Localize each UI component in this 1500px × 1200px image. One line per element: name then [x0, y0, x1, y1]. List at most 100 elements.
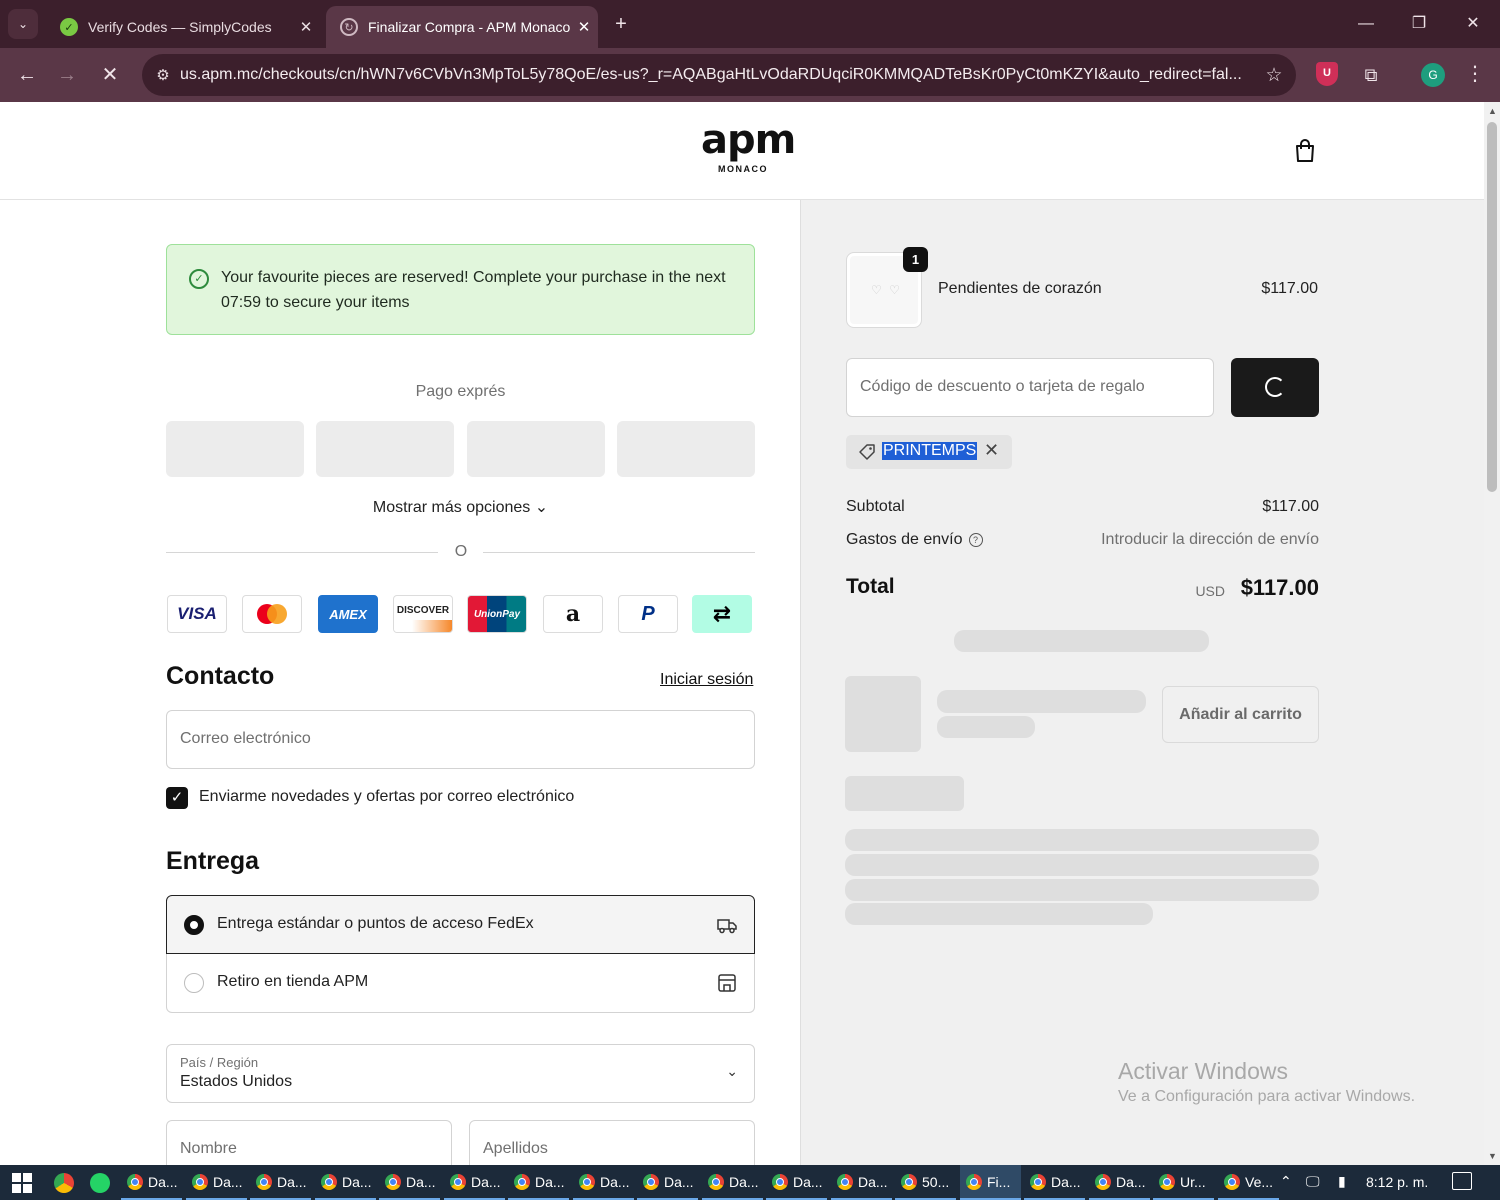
battery-icon[interactable]: ▮: [1338, 1173, 1346, 1190]
network-icon[interactable]: 🖵: [1306, 1173, 1320, 1190]
express-pay-button[interactable]: [467, 421, 605, 477]
taskbar-window-button[interactable]: Da...: [444, 1165, 505, 1200]
shipping-label-row: Gastos de envío?: [846, 531, 983, 549]
unionpay-card-icon: UnionPay: [467, 595, 527, 633]
add-to-cart-button[interactable]: Añadir al carrito: [1162, 686, 1319, 743]
country-select[interactable]: País / Región Estados Unidos ⌄: [166, 1044, 755, 1103]
taskbar-clock[interactable]: 8:12 p. m.: [1366, 1174, 1428, 1190]
chrome-window-icon: [901, 1173, 917, 1190]
taskbar-window-button[interactable]: Da...: [250, 1165, 311, 1200]
skeleton-line: [937, 690, 1146, 713]
restore-icon[interactable]: ❐: [1404, 10, 1434, 38]
new-tab-button[interactable]: +: [608, 12, 634, 38]
store-header: apm MONACO: [0, 102, 1484, 200]
store-icon: [718, 974, 736, 992]
taskbar-window-button[interactable]: Da...: [831, 1165, 892, 1200]
ublock-extension-icon[interactable]: U: [1316, 62, 1338, 86]
discount-code-text: PRINTEMPS: [882, 442, 978, 460]
radio-unselected[interactable]: [184, 973, 204, 993]
taskbar-window-button[interactable]: Da...: [1024, 1165, 1085, 1200]
address-bar[interactable]: ⚙ us.apm.mc/checkouts/cn/hWN7v6CVbVn3MpT…: [142, 54, 1296, 96]
taskbar-window-label: Da...: [213, 1173, 243, 1190]
amazon-pay-icon: a: [543, 595, 603, 633]
express-pay-button[interactable]: [316, 421, 454, 477]
chrome-window-icon: [966, 1173, 982, 1190]
extensions-puzzle-icon[interactable]: ⧉: [1356, 60, 1386, 90]
applied-discount-tag: PRINTEMPS ✕: [846, 435, 1012, 469]
minimize-icon[interactable]: —: [1351, 10, 1381, 38]
forward-arrow-icon[interactable]: →: [52, 60, 82, 90]
taskbar-window-label: Da...: [471, 1173, 501, 1190]
tab-close-icon[interactable]: ✕: [570, 18, 598, 36]
scroll-up-icon[interactable]: ▲: [1488, 106, 1497, 116]
scrollbar-thumb[interactable]: [1487, 122, 1497, 492]
taskbar-window-button[interactable]: Fi...: [960, 1165, 1021, 1200]
browser-menu-icon[interactable]: ⋮: [1462, 60, 1488, 90]
taskbar-window-button[interactable]: 50...: [895, 1165, 956, 1200]
windows-taskbar: Da... Da... Da... Da... Da... Da... Da... Da...…: [0, 1165, 1500, 1200]
taskbar-window-button[interactable]: Da...: [121, 1165, 182, 1200]
help-icon[interactable]: ?: [968, 533, 983, 547]
tab-apm-checkout[interactable]: ↻ Finalizar Compra - APM Monaco ✕: [326, 6, 598, 48]
close-window-icon[interactable]: ✕: [1458, 10, 1488, 38]
skeleton-line: [845, 854, 1319, 876]
chrome-pinned-icon[interactable]: [54, 1173, 74, 1193]
remove-discount-icon[interactable]: ✕: [984, 440, 999, 461]
scroll-down-icon[interactable]: ▼: [1488, 1151, 1497, 1161]
amex-card-icon: AMEX: [318, 595, 378, 633]
taskbar-window-button[interactable]: Da...: [573, 1165, 634, 1200]
discount-code-input[interactable]: Código de descuento o tarjeta de regalo: [846, 358, 1214, 417]
taskbar-window-button[interactable]: Da...: [379, 1165, 440, 1200]
tab-search-button[interactable]: ⌄: [8, 9, 38, 39]
apply-discount-button[interactable]: [1231, 358, 1319, 417]
taskbar-window-button[interactable]: Da...: [766, 1165, 827, 1200]
taskbar-window-label: Da...: [535, 1173, 565, 1190]
shopping-bag-icon[interactable]: [1292, 138, 1318, 164]
express-pay-button[interactable]: [617, 421, 755, 477]
taskbar-window-button[interactable]: Ve...: [1218, 1165, 1279, 1200]
taskbar-window-button[interactable]: Da...: [186, 1165, 247, 1200]
show-more-options-link[interactable]: Mostrar más opciones ⌄: [166, 497, 755, 517]
bookmark-star-icon[interactable]: ☆: [1252, 64, 1296, 87]
radio-selected[interactable]: [184, 915, 204, 935]
or-text: O: [454, 543, 468, 560]
email-field[interactable]: Correo electrónico: [166, 710, 755, 769]
chrome-window-icon: [1224, 1173, 1240, 1190]
taskbar-window-label: Da...: [793, 1173, 823, 1190]
newsletter-checkbox[interactable]: ✓: [166, 787, 188, 809]
currency-code: USD: [1195, 583, 1225, 599]
shipping-option-standard[interactable]: Entrega estándar o puntos de acceso FedE…: [166, 895, 755, 954]
tab-close-icon[interactable]: ✕: [292, 18, 320, 36]
chrome-window-icon: [1159, 1173, 1175, 1190]
taskbar-window-label: Da...: [406, 1173, 436, 1190]
back-arrow-icon[interactable]: ←: [12, 60, 42, 90]
login-link[interactable]: Iniciar sesión: [660, 671, 753, 689]
contact-title: Contacto: [166, 662, 275, 690]
whatsapp-icon[interactable]: [90, 1173, 110, 1193]
browser-tab-bar: ⌄ ✓ Verify Codes — SimplyCodes ✕ ↻ Final…: [0, 0, 1500, 48]
url-text[interactable]: us.apm.mc/checkouts/cn/hWN7v6CVbVn3MpToL…: [180, 66, 1252, 84]
taskbar-window-button[interactable]: Da...: [637, 1165, 698, 1200]
page-scrollbar[interactable]: ▲ ▼: [1484, 102, 1500, 1165]
product-price: $117.00: [1261, 280, 1318, 297]
reservation-message: Your favourite pieces are reserved! Comp…: [221, 269, 726, 311]
visa-card-icon: VISA: [167, 595, 227, 633]
apm-monaco-logo[interactable]: apm MONACO: [701, 120, 796, 174]
express-pay-button[interactable]: [166, 421, 304, 477]
profile-avatar[interactable]: G: [1421, 63, 1445, 87]
taskbar-window-button[interactable]: Da...: [1089, 1165, 1150, 1200]
subtotal-label: Subtotal: [846, 498, 905, 515]
stop-loading-icon[interactable]: ✕: [95, 60, 125, 90]
windows-start-icon[interactable]: [12, 1173, 32, 1193]
taskbar-window-button[interactable]: Ur...: [1153, 1165, 1214, 1200]
taskbar-window-button[interactable]: Da...: [702, 1165, 763, 1200]
site-settings-icon[interactable]: ⚙: [146, 66, 180, 84]
shipping-option-label: Entrega estándar o puntos de acceso FedE…: [217, 915, 534, 932]
windows-activation-title: Activar Windows: [1118, 1058, 1288, 1084]
taskbar-window-button[interactable]: Da...: [315, 1165, 376, 1200]
shipping-option-pickup[interactable]: Retiro en tienda APM: [166, 954, 755, 1013]
notification-center-icon[interactable]: [1452, 1172, 1472, 1190]
tray-chevron-icon[interactable]: ⌃: [1280, 1173, 1292, 1190]
tab-simplycodes[interactable]: ✓ Verify Codes — SimplyCodes ✕: [46, 6, 320, 48]
taskbar-window-button[interactable]: Da...: [508, 1165, 569, 1200]
